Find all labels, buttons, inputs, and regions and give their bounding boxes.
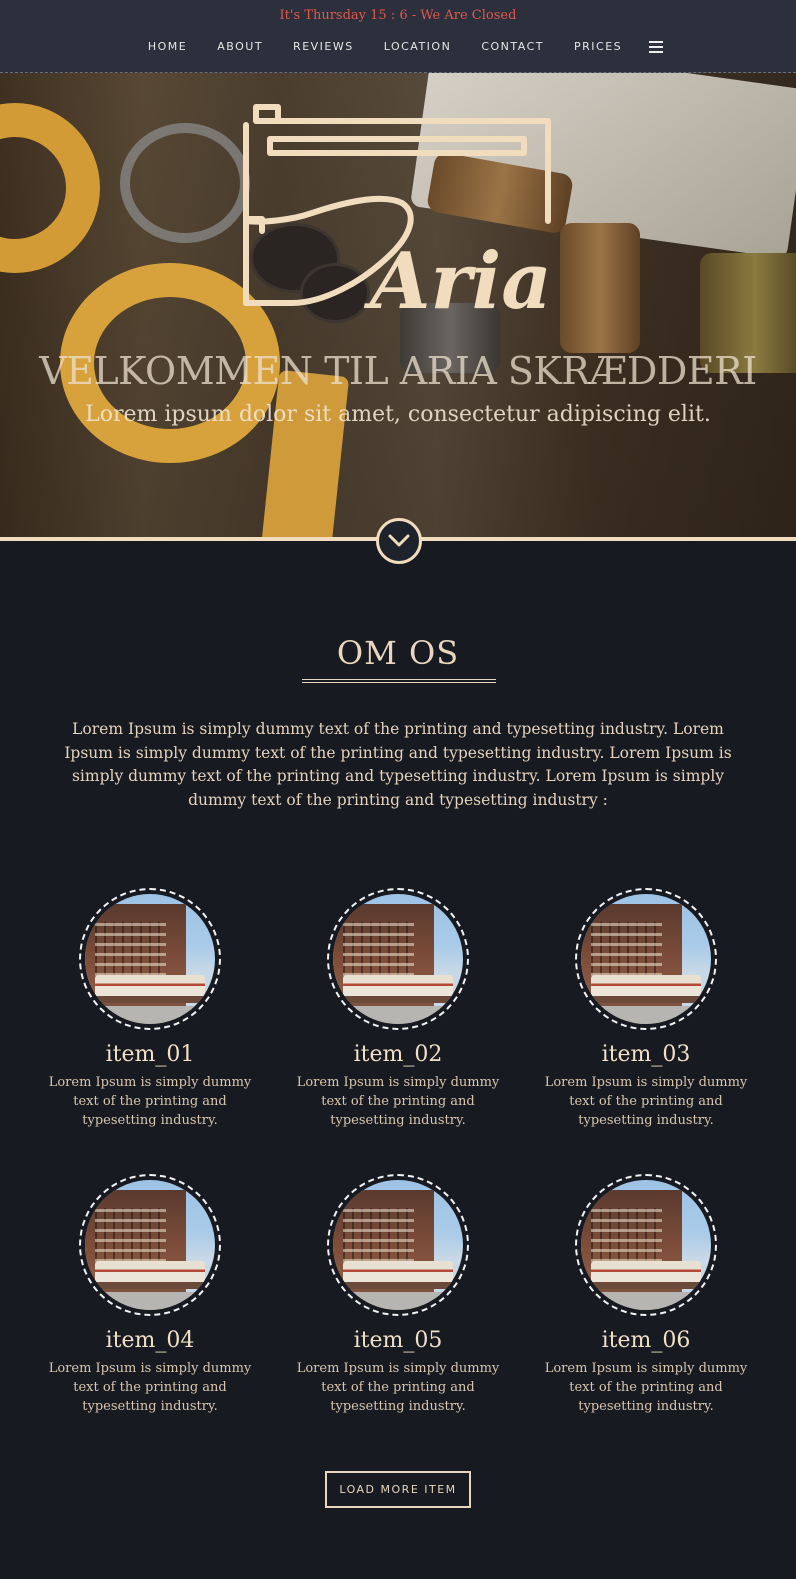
item-photo [333, 894, 463, 1024]
item-description: Lorem Ipsum is simply dummy text of the … [296, 1361, 500, 1414]
opening-status: It's Thursday 15 : 6 - We Are Closed [279, 8, 517, 23]
chevron-down-icon [388, 534, 410, 547]
hero-subtitle: Lorem ipsum dolor sit amet, consectetur … [85, 402, 711, 427]
item-title: item_04 [105, 1328, 195, 1353]
item-image-frame [327, 888, 469, 1030]
item-image-frame [327, 1174, 469, 1316]
nav-reviews[interactable]: REVIEWS [293, 40, 354, 53]
item-card[interactable]: item_05 Lorem Ipsum is simply dummy text… [288, 1174, 508, 1416]
item-card[interactable]: item_03 Lorem Ipsum is simply dummy text… [536, 888, 756, 1130]
aria-logo: Aria [243, 104, 552, 327]
item-card[interactable]: item_04 Lorem Ipsum is simply dummy text… [40, 1174, 260, 1416]
item-photo [581, 1180, 711, 1310]
item-photo [85, 1180, 215, 1310]
item-description: Lorem Ipsum is simply dummy text of the … [48, 1361, 252, 1414]
item-title: item_02 [353, 1042, 443, 1067]
item-description: Lorem Ipsum is simply dummy text of the … [544, 1361, 748, 1414]
hamburger-icon[interactable] [649, 40, 664, 53]
about-text: Lorem Ipsum is simply dummy text of the … [64, 720, 732, 809]
about-title: OM OS [336, 634, 460, 672]
scissors-image [120, 123, 250, 243]
nav-about[interactable]: ABOUT [217, 40, 263, 53]
item-description: Lorem Ipsum is simply dummy text of the … [296, 1075, 500, 1128]
item-title: item_05 [353, 1328, 443, 1353]
nav-home[interactable]: HOME [148, 40, 187, 53]
hero-title: VELKOMMEN TIL ARIA SKRÆDDERI [39, 349, 757, 393]
item-photo [333, 1180, 463, 1310]
item-description: Lorem Ipsum is simply dummy text of the … [48, 1075, 252, 1128]
item-image-frame [575, 1174, 717, 1316]
item-image-frame [79, 888, 221, 1030]
item-image-frame [79, 1174, 221, 1316]
top-header: It's Thursday 15 : 6 - We Are Closed HOM… [0, 0, 796, 73]
item-description: Lorem Ipsum is simply dummy text of the … [544, 1075, 748, 1128]
hero-banner: Aria VELKOMMEN TIL ARIA SKRÆDDERI Lorem … [0, 73, 796, 540]
load-more-button[interactable]: LOAD MORE ITEM [325, 1471, 471, 1508]
main-nav: HOME ABOUT REVIEWS LOCATION CONTACT PRIC… [0, 40, 796, 53]
item-image-frame [575, 888, 717, 1030]
measuring-tape-image [0, 103, 100, 273]
item-card[interactable]: item_01 Lorem Ipsum is simply dummy text… [40, 888, 260, 1130]
item-card[interactable]: item_06 Lorem Ipsum is simply dummy text… [536, 1174, 756, 1416]
nav-location[interactable]: LOCATION [384, 40, 452, 53]
item-title: item_01 [105, 1042, 195, 1067]
logo-text: Aria [363, 236, 552, 327]
nav-prices[interactable]: PRICES [574, 40, 622, 53]
thread-spool-image [560, 223, 640, 353]
about-title-underline [302, 679, 496, 683]
item-card[interactable]: item_02 Lorem Ipsum is simply dummy text… [288, 888, 508, 1130]
item-title: item_06 [601, 1328, 691, 1353]
item-photo [85, 894, 215, 1024]
scroll-down-button[interactable] [376, 518, 422, 564]
item-photo [581, 894, 711, 1024]
nav-contact[interactable]: CONTACT [481, 40, 544, 53]
item-title: item_03 [601, 1042, 691, 1067]
